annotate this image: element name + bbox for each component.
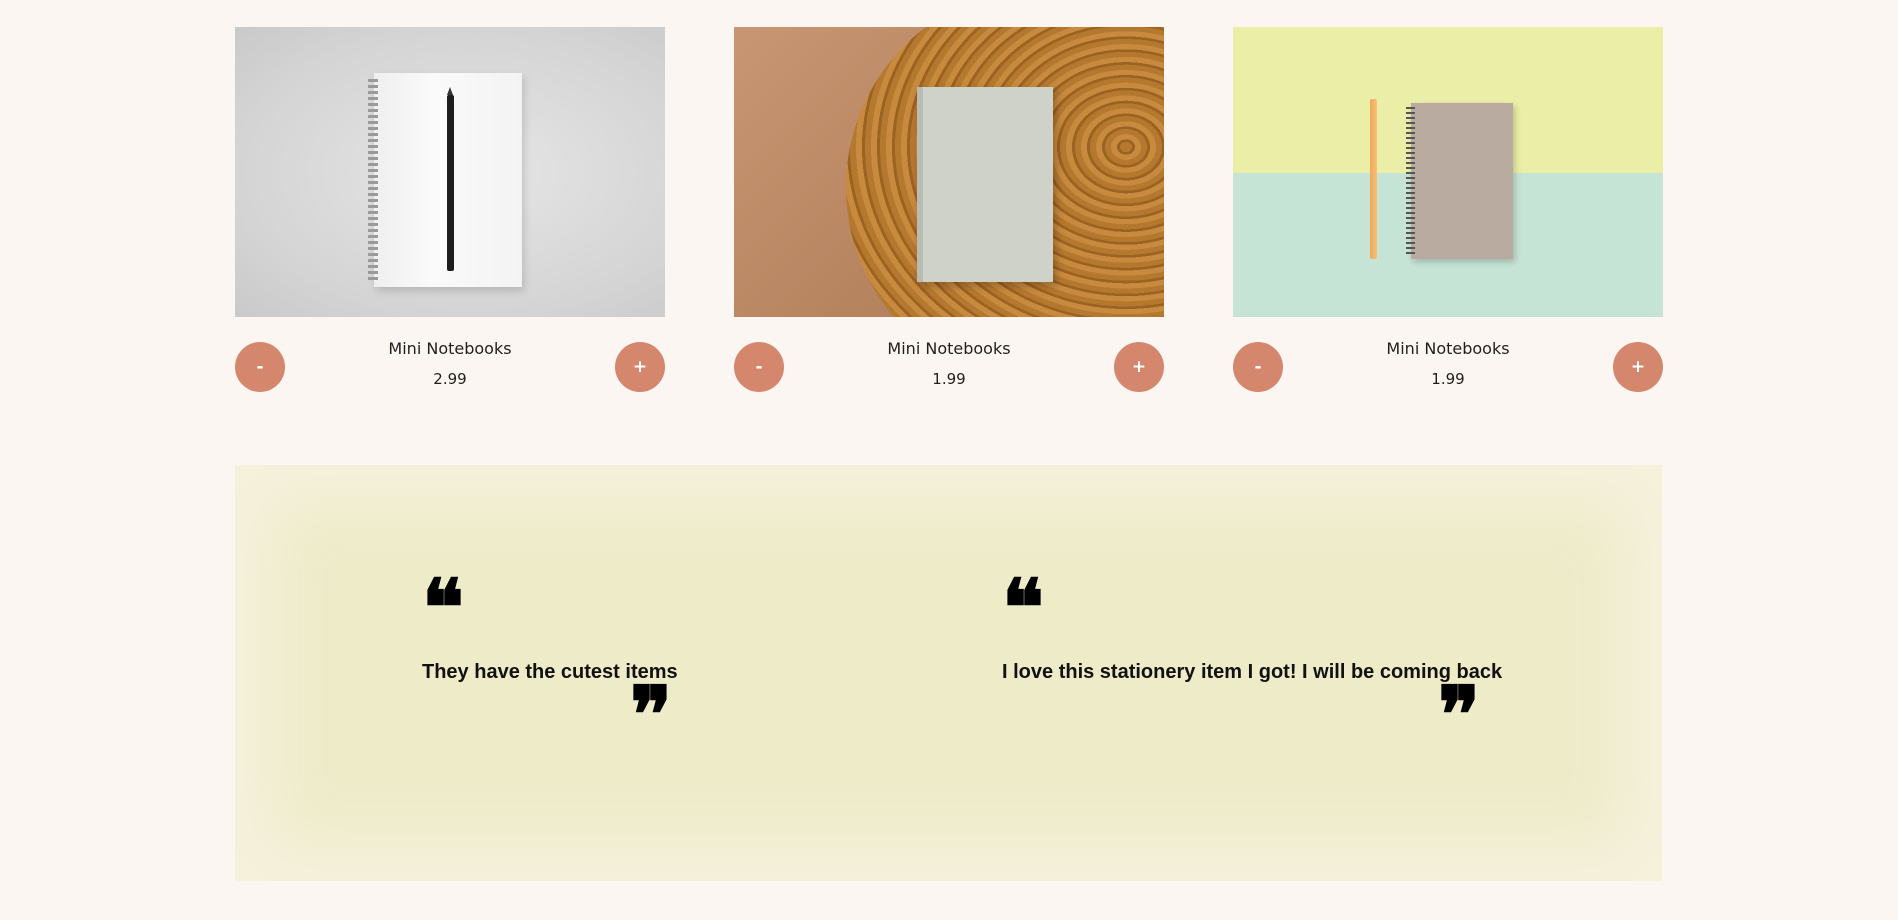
- increase-quantity-button[interactable]: +: [1114, 342, 1164, 392]
- product-info: Mini Notebooks 2.99: [295, 339, 605, 389]
- product-price: 2.99: [433, 370, 467, 388]
- product-image[interactable]: [235, 27, 665, 317]
- open-quote-icon: ❝: [1002, 563, 1044, 654]
- increase-quantity-button[interactable]: +: [615, 342, 665, 392]
- decrease-quantity-button[interactable]: -: [235, 342, 285, 392]
- product-price: 1.99: [932, 370, 966, 388]
- increase-quantity-button[interactable]: +: [1613, 342, 1663, 392]
- product-card: - Mini Notebooks 1.99 +: [1233, 27, 1663, 404]
- product-image[interactable]: [1233, 27, 1663, 317]
- pencil-illustration: [1370, 99, 1377, 259]
- spiral-binding: [1406, 107, 1415, 255]
- quantity-controls: - Mini Notebooks 1.99 +: [734, 332, 1164, 404]
- notebook-illustration: [368, 73, 522, 287]
- pencil-illustration: [447, 87, 454, 271]
- product-image[interactable]: [734, 27, 1164, 317]
- open-quote-icon: ❝: [422, 563, 464, 654]
- quantity-controls: - Mini Notebooks 2.99 +: [235, 332, 665, 404]
- testimonial: ❝ They have the cutest items ❞: [422, 563, 678, 761]
- product-name: Mini Notebooks: [388, 339, 512, 358]
- product-name: Mini Notebooks: [1386, 339, 1510, 358]
- product-price: 1.99: [1431, 370, 1465, 388]
- product-info: Mini Notebooks 1.99: [794, 339, 1104, 389]
- testimonials-section: ❝ They have the cutest items ❞ ❝ I love …: [235, 465, 1662, 881]
- decrease-quantity-button[interactable]: -: [734, 342, 784, 392]
- testimonial: ❝ I love this stationery item I got! I w…: [1002, 563, 1503, 761]
- product-card: - Mini Notebooks 2.99 +: [235, 27, 665, 404]
- testimonial-text: I love this stationery item I got! I wil…: [1002, 661, 1503, 683]
- product-name: Mini Notebooks: [887, 339, 1011, 358]
- notebook-illustration: [917, 87, 1053, 282]
- decrease-quantity-button[interactable]: -: [1233, 342, 1283, 392]
- product-info: Mini Notebooks 1.99: [1293, 339, 1603, 389]
- quantity-controls: - Mini Notebooks 1.99 +: [1233, 332, 1663, 404]
- spiral-binding: [368, 79, 378, 281]
- product-list: - Mini Notebooks 2.99 + - Mini Notebooks…: [235, 27, 1663, 404]
- notebook-illustration: [1406, 103, 1513, 259]
- close-quote-icon: ❞: [1438, 670, 1480, 761]
- product-card: - Mini Notebooks 1.99 +: [734, 27, 1164, 404]
- close-quote-icon: ❞: [630, 670, 672, 761]
